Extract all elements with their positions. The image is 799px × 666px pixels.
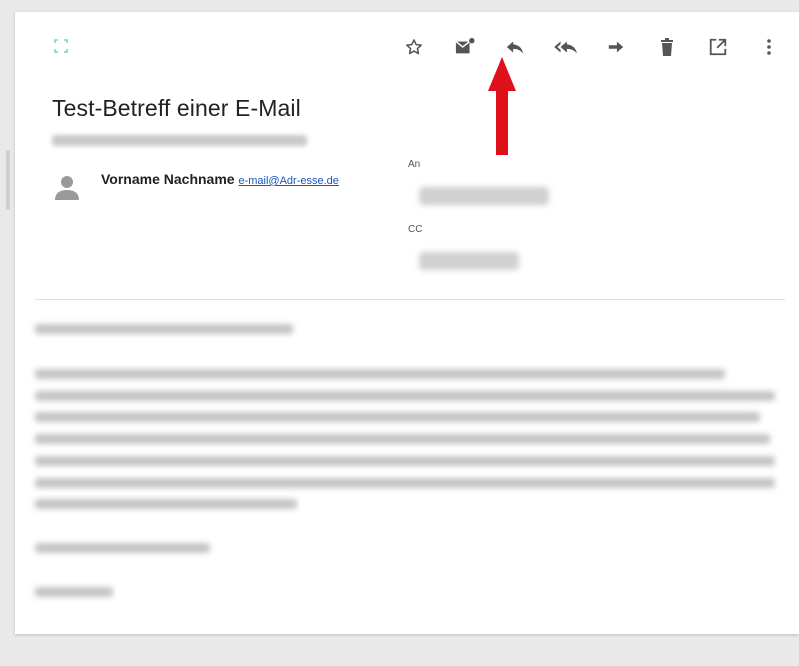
mark-unread-button[interactable] [451,34,479,60]
left-scroll-edge [6,150,10,210]
star-button[interactable] [400,34,428,60]
body-closing-line [35,543,210,553]
reply-icon [506,41,524,54]
body-signature-line [35,587,113,597]
email-view-panel: Test-Betreff einer E-Mail Vorname Nachna… [15,12,799,634]
delete-button[interactable] [653,34,681,60]
mark-unread-icon [455,37,475,54]
body-line [35,478,775,488]
forward-button[interactable] [602,34,630,60]
more-options-button[interactable] [755,34,783,60]
reply-all-icon [554,41,577,54]
body-line [35,369,725,379]
more-options-icon [767,39,771,55]
body-line [35,391,775,401]
sender-email-link[interactable]: e-mail@Adr-esse.de [238,175,338,187]
open-external-button[interactable] [704,34,732,60]
body-line [35,499,297,509]
header-divider [35,299,785,300]
reply-all-button[interactable] [552,34,580,60]
forward-icon [608,41,624,53]
email-subject: Test-Betreff einer E-Mail [52,95,301,121]
to-label: An [408,159,421,170]
red-arrow-annotation [488,57,516,155]
expand-icon[interactable] [53,38,69,54]
open-external-icon [709,38,727,56]
star-icon [406,39,422,55]
recipient-blurred[interactable] [419,187,549,205]
cc-recipient-blurred[interactable] [419,252,519,270]
sender-block: Vorname Nachname e-mail@Adr-esse.de [101,170,366,191]
email-date-blurred [52,135,307,146]
avatar [55,176,79,200]
delete-icon [661,38,673,56]
cc-label: CC [408,224,423,235]
sender-name: Vorname Nachname [101,171,235,187]
body-line [35,434,770,444]
body-line [35,456,775,466]
message-toolbar [395,34,795,60]
body-line [35,412,760,422]
body-greeting-line [35,324,293,334]
